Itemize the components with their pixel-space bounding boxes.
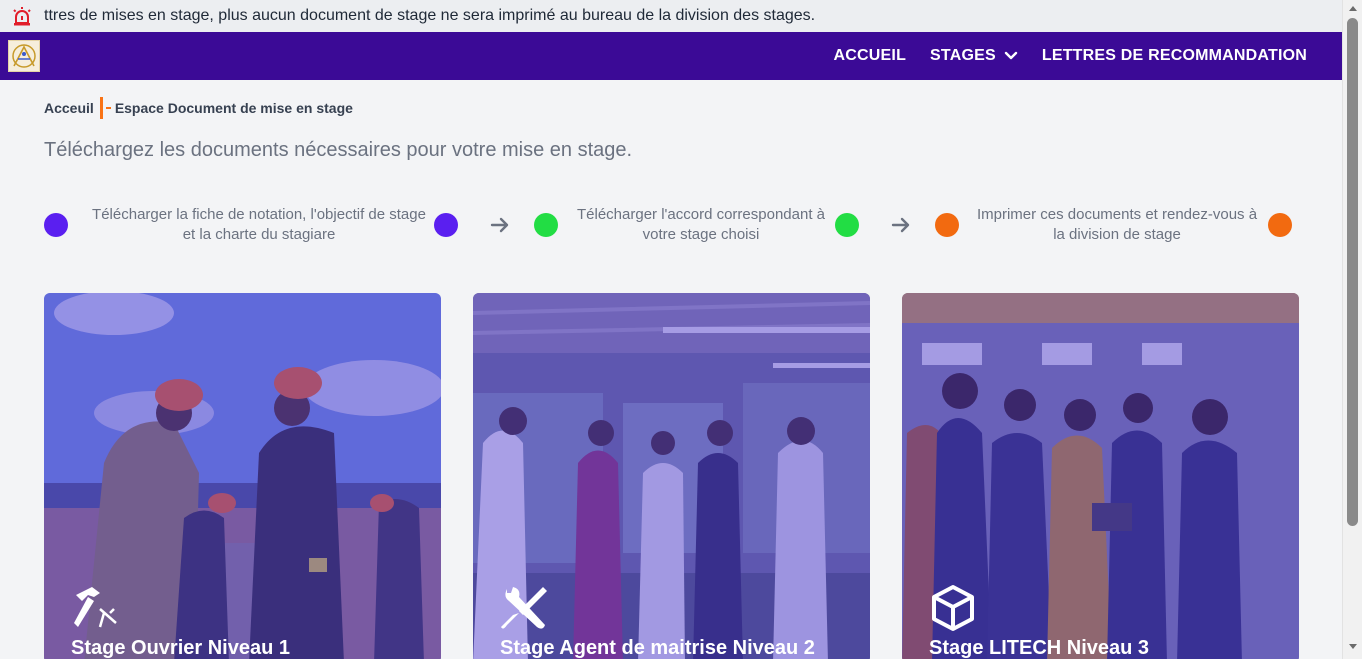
card-stage-ouvrier[interactable]: Stage Ouvrier Niveau 1 [44, 293, 441, 659]
card-title: Stage Agent de maitrise Niveau 2 [500, 637, 815, 659]
step-1-dot [44, 213, 68, 237]
chevron-down-icon [1004, 51, 1018, 61]
nav-stages-dropdown[interactable]: STAGES [930, 47, 1018, 65]
scroll-down-arrow-icon[interactable] [1349, 644, 1357, 649]
alarm-siren-icon [0, 6, 44, 26]
breadcrumb: Acceuil Espace Document de mise en stage [44, 96, 353, 120]
nav-lettres-label: LETTRES DE RECOMMANDATION [1041, 47, 1307, 64]
top-navbar: ACCUEIL STAGES LETTRES DE RECOMMANDATION [0, 32, 1342, 80]
ticker-text: ttres de mises en stage, plus aucun docu… [44, 7, 816, 24]
step-3-text: Imprimer ces documents et rendez-vous à … [976, 206, 1258, 243]
nav-accueil-label: ACCUEIL [833, 47, 907, 64]
step-3-dot-end [1268, 213, 1292, 237]
stage-cards: Stage Ouvrier Niveau 1 Stage Agent de ma… [44, 293, 1300, 659]
card-stage-litech[interactable]: Stage LITECH Niveau 3 [902, 293, 1299, 659]
card-stage-agent-maitrise[interactable]: Stage Agent de maitrise Niveau 2 [473, 293, 870, 659]
cube-icon [932, 585, 974, 631]
step-2-dot-end [835, 213, 859, 237]
vertical-scrollbar[interactable] [1342, 0, 1362, 659]
breadcrumb-current: Espace Document de mise en stage [114, 100, 353, 116]
announcement-ticker: ttres de mises en stage, plus aucun docu… [0, 0, 1342, 32]
breadcrumb-separator [99, 97, 111, 119]
step-2-text: Télécharger l'accord correspondant à vot… [577, 206, 825, 243]
card-title: Stage LITECH Niveau 3 [929, 637, 1150, 659]
nav-lettres-recommandation[interactable]: LETTRES DE RECOMMANDATION [1042, 47, 1307, 65]
page-intro: Téléchargez les documents nécessaires po… [44, 139, 633, 161]
breadcrumb-home[interactable]: Acceuil [44, 100, 94, 116]
step-2-dot [534, 213, 558, 237]
step-1-dot-end [434, 213, 458, 237]
nav-stages-label: STAGES [930, 47, 996, 64]
wrench-screwdriver-icon [501, 587, 547, 629]
card-title: Stage Ouvrier Niveau 1 [71, 637, 290, 659]
scroll-up-arrow-icon[interactable] [1349, 6, 1357, 11]
arrow-right-icon [891, 217, 910, 233]
scrollbar-thumb[interactable] [1347, 18, 1358, 526]
step-3-dot [935, 213, 959, 237]
arrow-right-icon [490, 217, 509, 233]
step-1-text: Télécharger la fiche de notation, l'obje… [92, 206, 426, 243]
nav-accueil[interactable]: ACCUEIL [834, 47, 907, 65]
hammer-icon [74, 587, 117, 628]
school-logo[interactable] [8, 40, 40, 72]
steps-row: Télécharger la fiche de notation, l'obje… [44, 203, 1300, 247]
